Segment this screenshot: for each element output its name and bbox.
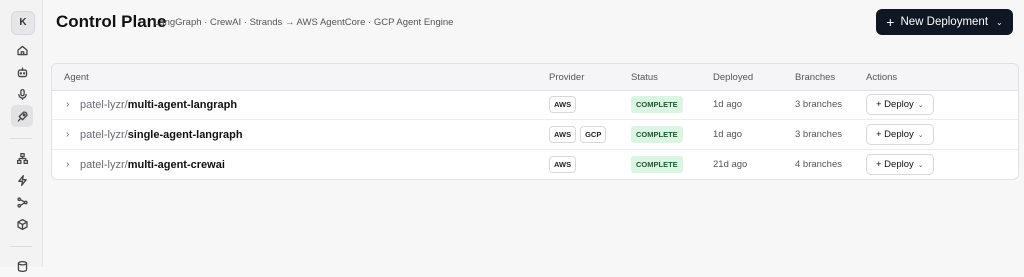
deployments-table: Agent Provider Status Deployed Branches … <box>51 63 1019 180</box>
deploy-label: + Deploy <box>876 129 914 140</box>
column-header-provider: Provider <box>549 72 585 83</box>
agent-org: patel-lyzr <box>80 128 125 141</box>
deploy-button[interactable]: + Deploy ⌄ <box>866 154 934 175</box>
deploy-label: + Deploy <box>876 99 914 110</box>
status-cell: COMPLETE <box>631 90 683 119</box>
actions-cell: + Deploy ⌄ <box>866 90 934 119</box>
new-deployment-button[interactable]: + New Deployment ⌄ <box>876 9 1013 35</box>
deploy-label: + Deploy <box>876 159 914 170</box>
box-icon[interactable] <box>11 213 33 235</box>
actions-cell: + Deploy ⌄ <box>866 120 934 149</box>
deploy-button[interactable]: + Deploy ⌄ <box>866 124 934 145</box>
home-icon[interactable] <box>11 39 33 61</box>
deployed-cell: 21d ago <box>713 159 748 170</box>
bot-icon[interactable] <box>11 61 33 83</box>
network-icon[interactable] <box>11 147 33 169</box>
chevron-right-icon[interactable]: › <box>66 120 69 149</box>
chevron-down-icon: ⌄ <box>917 161 924 169</box>
provider-cell: AWS <box>549 150 580 179</box>
provider-badge: AWS <box>549 156 577 173</box>
column-header-agent: Agent <box>64 72 89 83</box>
agent-cell[interactable]: patel-lyzr / single-agent-langraph <box>80 120 243 149</box>
provider-cell: AWS GCP <box>549 120 610 149</box>
provider-badge: AWS <box>549 126 577 143</box>
provider-cell: AWS <box>549 90 580 119</box>
status-badge: COMPLETE <box>631 156 683 173</box>
new-deployment-label: New Deployment <box>900 16 989 28</box>
rocket-icon[interactable] <box>11 105 33 127</box>
page-title: Control Plane <box>56 12 167 31</box>
status-cell: COMPLETE <box>631 150 683 179</box>
agent-name: single-agent-langraph <box>127 128 243 141</box>
chevron-right-icon[interactable]: › <box>66 90 69 119</box>
deployed-cell: 1d ago <box>713 129 743 140</box>
table-header: Agent Provider Status Deployed Branches … <box>52 64 1018 91</box>
chevron-right-icon[interactable]: › <box>66 150 69 179</box>
agent-org: patel-lyzr <box>80 158 125 171</box>
status-cell: COMPLETE <box>631 120 683 149</box>
sidebar-divider <box>10 246 32 247</box>
plus-icon: + <box>886 13 895 30</box>
sidebar-divider <box>10 138 32 139</box>
sidebar: K <box>0 0 43 272</box>
agent-cell[interactable]: patel-lyzr / multi-agent-langraph <box>80 90 237 119</box>
chevron-down-icon: ⌄ <box>996 17 1003 27</box>
chevron-down-icon: ⌄ <box>917 101 924 109</box>
table-row[interactable]: › patel-lyzr / single-agent-langraph AWS G… <box>52 120 1018 150</box>
status-badge: COMPLETE <box>631 126 683 143</box>
status-badge: COMPLETE <box>631 96 683 113</box>
column-header-status: Status <box>631 72 658 83</box>
agent-org: patel-lyzr <box>80 98 125 111</box>
agent-name: multi-agent-crewai <box>127 158 225 171</box>
branches-cell: 4 branches <box>795 159 843 170</box>
user-avatar[interactable]: K <box>11 11 35 35</box>
microphone-icon[interactable] <box>11 83 33 105</box>
table-row[interactable]: › patel-lyzr / multi-agent-crewai AWS COMP… <box>52 150 1018 179</box>
branches-cell: 3 branches <box>795 129 843 140</box>
provider-badge: AWS <box>549 96 577 113</box>
table-row[interactable]: › patel-lyzr / multi-agent-langraph AWS CO… <box>52 90 1018 120</box>
provider-badge: GCP <box>580 126 607 143</box>
page-subtitle: LangGraph · CrewAI · Strands → AWS Agent… <box>154 17 454 28</box>
deploy-button[interactable]: + Deploy ⌄ <box>866 94 934 115</box>
lightning-icon[interactable] <box>11 169 33 191</box>
chevron-down-icon: ⌄ <box>917 131 924 139</box>
column-header-deployed: Deployed <box>713 72 754 83</box>
column-header-branches: Branches <box>795 72 836 83</box>
branches-cell: 3 branches <box>795 99 843 110</box>
workflow-icon[interactable] <box>11 191 33 213</box>
agent-name: multi-agent-langraph <box>127 98 238 111</box>
database-icon[interactable] <box>11 255 33 277</box>
deployed-cell: 1d ago <box>713 99 743 110</box>
agent-cell[interactable]: patel-lyzr / multi-agent-crewai <box>80 150 225 179</box>
column-header-actions: Actions <box>866 72 898 83</box>
actions-cell: + Deploy ⌄ <box>866 150 934 179</box>
